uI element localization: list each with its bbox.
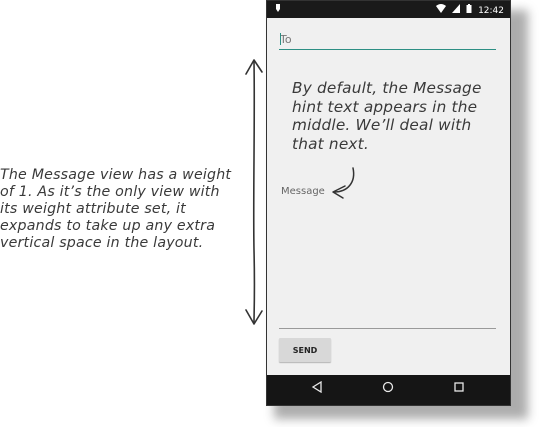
- signal-icon: [452, 4, 463, 16]
- recents-icon[interactable]: [447, 381, 471, 399]
- phone-screen: 12:42 Message SEND: [266, 0, 511, 406]
- navigation-bar: [267, 375, 510, 405]
- wifi-icon: [436, 4, 449, 16]
- status-time: 12:42: [478, 6, 504, 16]
- message-underline: [279, 328, 496, 329]
- message-field[interactable]: Message: [281, 186, 325, 197]
- hint-annotation: By default, the Message hint text appear…: [292, 79, 482, 153]
- home-icon[interactable]: [376, 381, 400, 399]
- send-button[interactable]: SEND: [279, 338, 331, 362]
- status-bar: 12:42: [267, 1, 510, 18]
- back-icon[interactable]: [305, 380, 329, 399]
- weight-annotation: The Message view has a weight of 1. As i…: [0, 167, 232, 251]
- notification-icon: [275, 3, 281, 16]
- to-field[interactable]: [279, 29, 496, 50]
- status-icons: 12:42: [433, 4, 504, 16]
- text-cursor: [280, 33, 281, 45]
- battery-icon: [466, 4, 475, 16]
